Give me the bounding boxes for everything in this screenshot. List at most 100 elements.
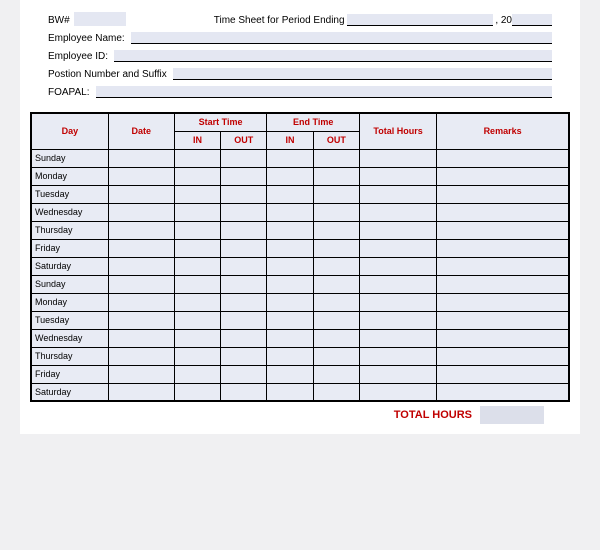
remarks-cell[interactable] [437,311,569,329]
end_in-cell[interactable] [267,293,313,311]
total-cell[interactable] [360,365,437,383]
start_in-cell[interactable] [174,185,220,203]
end_in-cell[interactable] [267,239,313,257]
date-cell[interactable] [108,347,174,365]
end_in-cell[interactable] [267,347,313,365]
bw-input[interactable] [74,12,126,26]
start_in-cell[interactable] [174,257,220,275]
remarks-cell[interactable] [437,347,569,365]
total-cell[interactable] [360,221,437,239]
end_in-cell[interactable] [267,149,313,167]
period-input[interactable] [347,14,494,26]
remarks-cell[interactable] [437,167,569,185]
total-cell[interactable] [360,329,437,347]
start_in-cell[interactable] [174,167,220,185]
start_out-cell[interactable] [221,167,267,185]
remarks-cell[interactable] [437,221,569,239]
year-input[interactable] [512,14,552,26]
end_out-cell[interactable] [313,275,359,293]
total-hours-box[interactable] [480,406,544,424]
remarks-cell[interactable] [437,203,569,221]
start_in-cell[interactable] [174,347,220,365]
end_in-cell[interactable] [267,257,313,275]
end_out-cell[interactable] [313,257,359,275]
total-cell[interactable] [360,347,437,365]
start_in-cell[interactable] [174,149,220,167]
remarks-cell[interactable] [437,149,569,167]
start_out-cell[interactable] [221,293,267,311]
start_in-cell[interactable] [174,239,220,257]
total-cell[interactable] [360,185,437,203]
end_in-cell[interactable] [267,167,313,185]
total-cell[interactable] [360,149,437,167]
date-cell[interactable] [108,167,174,185]
date-cell[interactable] [108,203,174,221]
start_in-cell[interactable] [174,275,220,293]
total-cell[interactable] [360,239,437,257]
date-cell[interactable] [108,185,174,203]
start_out-cell[interactable] [221,347,267,365]
start_out-cell[interactable] [221,383,267,401]
remarks-cell[interactable] [437,275,569,293]
end_out-cell[interactable] [313,167,359,185]
start_out-cell[interactable] [221,221,267,239]
total-cell[interactable] [360,257,437,275]
start_in-cell[interactable] [174,221,220,239]
date-cell[interactable] [108,239,174,257]
remarks-cell[interactable] [437,329,569,347]
start_in-cell[interactable] [174,311,220,329]
start_out-cell[interactable] [221,239,267,257]
end_in-cell[interactable] [267,383,313,401]
start_in-cell[interactable] [174,203,220,221]
end_out-cell[interactable] [313,365,359,383]
end_out-cell[interactable] [313,329,359,347]
start_out-cell[interactable] [221,257,267,275]
end_out-cell[interactable] [313,293,359,311]
end_out-cell[interactable] [313,221,359,239]
date-cell[interactable] [108,293,174,311]
total-cell[interactable] [360,383,437,401]
end_out-cell[interactable] [313,347,359,365]
end_out-cell[interactable] [313,185,359,203]
date-cell[interactable] [108,311,174,329]
start_out-cell[interactable] [221,149,267,167]
date-cell[interactable] [108,257,174,275]
end_out-cell[interactable] [313,203,359,221]
total-cell[interactable] [360,293,437,311]
employee-id-input[interactable] [114,50,552,62]
start_in-cell[interactable] [174,383,220,401]
end_in-cell[interactable] [267,203,313,221]
end_in-cell[interactable] [267,185,313,203]
remarks-cell[interactable] [437,293,569,311]
total-cell[interactable] [360,167,437,185]
remarks-cell[interactable] [437,257,569,275]
remarks-cell[interactable] [437,383,569,401]
start_out-cell[interactable] [221,311,267,329]
date-cell[interactable] [108,149,174,167]
position-input[interactable] [173,68,552,80]
end_in-cell[interactable] [267,311,313,329]
total-cell[interactable] [360,275,437,293]
end_out-cell[interactable] [313,311,359,329]
end_out-cell[interactable] [313,149,359,167]
start_out-cell[interactable] [221,365,267,383]
end_out-cell[interactable] [313,383,359,401]
end_in-cell[interactable] [267,275,313,293]
start_in-cell[interactable] [174,293,220,311]
start_out-cell[interactable] [221,185,267,203]
date-cell[interactable] [108,329,174,347]
start_out-cell[interactable] [221,329,267,347]
date-cell[interactable] [108,383,174,401]
remarks-cell[interactable] [437,239,569,257]
start_in-cell[interactable] [174,329,220,347]
end_out-cell[interactable] [313,239,359,257]
employee-name-input[interactable] [131,32,552,44]
start_in-cell[interactable] [174,365,220,383]
end_in-cell[interactable] [267,365,313,383]
foapal-input[interactable] [96,86,553,98]
start_out-cell[interactable] [221,203,267,221]
total-cell[interactable] [360,311,437,329]
date-cell[interactable] [108,275,174,293]
end_in-cell[interactable] [267,329,313,347]
end_in-cell[interactable] [267,221,313,239]
